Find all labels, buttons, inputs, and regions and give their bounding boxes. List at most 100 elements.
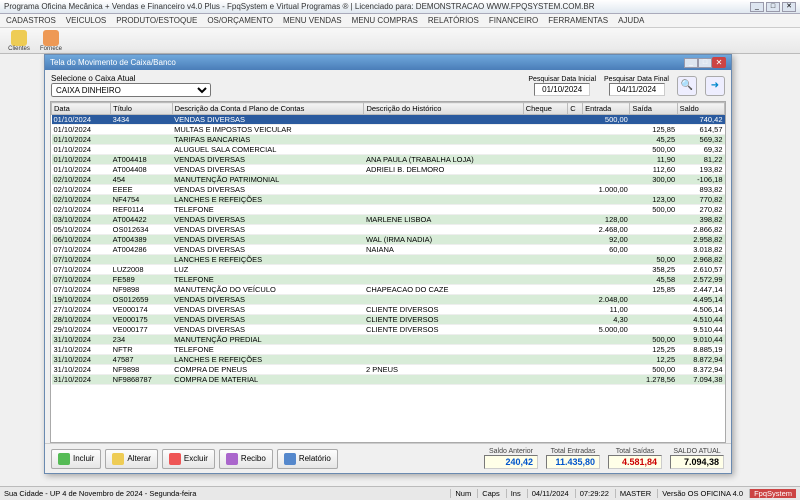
table-row[interactable]: 02/10/2024NF4754LANCHES E REFEIÇÕES123,0… xyxy=(52,195,725,205)
table-row[interactable]: 28/10/2024VE000175VENDAS DIVERSASCLIENTE… xyxy=(52,315,725,325)
total-entradas-value: 11.435,80 xyxy=(546,455,600,469)
workspace: Tela do Movimento de Caixa/Banco _ □ ✕ S… xyxy=(0,54,800,486)
table-row[interactable]: 31/10/2024234MANUTENÇÃO PREDIAL500,009.0… xyxy=(52,335,725,345)
plus-icon xyxy=(58,453,70,465)
table-row[interactable]: 06/10/2024AT004389VENDAS DIVERSASWAL (IR… xyxy=(52,235,725,245)
menu-ajuda[interactable]: AJUDA xyxy=(618,16,644,25)
status-city: Sua Cidade - UP 4 de Novembro de 2024 - … xyxy=(4,489,196,498)
movimento-grid[interactable]: DataTítuloDescrição da Conta d Plano de … xyxy=(50,101,726,443)
main-menubar: CADASTROS VEICULOS PRODUTO/ESTOQUE OS/OR… xyxy=(0,14,800,28)
filter-row: Selecione o Caixa Atual CAIXA DINHEIRO P… xyxy=(45,70,731,101)
menu-vendas[interactable]: MENU VENDAS xyxy=(283,16,342,25)
saldo-atual-label: SALDO ATUAL xyxy=(673,448,720,455)
table-row[interactable]: 07/10/2024FE589TELEFONE45,582.572,99 xyxy=(52,275,725,285)
dialog-minimize[interactable]: _ xyxy=(684,58,698,68)
date-initial-input[interactable] xyxy=(534,83,590,96)
status-caps: Caps xyxy=(477,489,500,498)
table-row[interactable]: 07/10/2024LANCHES E REFEIÇÕES50,002.968,… xyxy=(52,255,725,265)
table-row[interactable]: 02/10/2024454MANUTENÇÃO PATRIMONIAL300,0… xyxy=(52,175,725,185)
status-time: 07:29:22 xyxy=(575,489,609,498)
saldo-anterior-value: 240,42 xyxy=(484,455,538,469)
grid-header[interactable]: Descrição do Histórico xyxy=(364,103,523,115)
dialog-maximize[interactable]: □ xyxy=(698,58,712,68)
tool-fornece[interactable]: Fornece xyxy=(36,30,66,52)
dialog-title: Tela do Movimento de Caixa/Banco xyxy=(50,58,684,67)
date-final-label: Pesquisar Data Final xyxy=(604,76,669,83)
report-icon xyxy=(284,453,296,465)
saldo-atual-value: 7.094,38 xyxy=(670,455,724,469)
dialog-close-button[interactable]: ✕ xyxy=(712,57,726,68)
table-row[interactable]: 01/10/2024TARIFAS BANCARIAS45,25569,32 xyxy=(52,135,725,145)
refresh-button[interactable]: ➜ xyxy=(705,76,725,96)
table-row[interactable]: 01/10/20243434VENDAS DIVERSAS500,00740,4… xyxy=(52,115,725,125)
table-row[interactable]: 19/10/2024OS012659VENDAS DIVERSAS2.048,0… xyxy=(52,295,725,305)
menu-veiculos[interactable]: VEICULOS xyxy=(66,16,106,25)
table-row[interactable]: 02/10/2024REF0114TELEFONE500,00270,82 xyxy=(52,205,725,215)
minimize-button[interactable]: _ xyxy=(750,2,764,12)
date-final-group: Pesquisar Data Final xyxy=(604,76,669,96)
dialog-titlebar: Tela do Movimento de Caixa/Banco _ □ ✕ xyxy=(45,55,731,70)
table-row[interactable]: 31/10/2024NF9868787COMPRA DE MATERIAL1.2… xyxy=(52,375,725,385)
grid-header[interactable]: Saída xyxy=(630,103,677,115)
dialog-footer: Incluir Alterar Excluir Recibo Relatório… xyxy=(45,443,731,473)
table-row[interactable]: 01/10/2024AT004408VENDAS DIVERSASADRIELI… xyxy=(52,165,725,175)
table-row[interactable]: 05/10/2024OS012634VENDAS DIVERSAS2.468,0… xyxy=(52,225,725,235)
recibo-button[interactable]: Recibo xyxy=(219,449,273,469)
grid-header[interactable]: Data xyxy=(52,103,111,115)
status-ins: Ins xyxy=(506,489,521,498)
grid-header[interactable]: C xyxy=(568,103,583,115)
table-row[interactable]: 07/10/2024LUZ2008LUZ358,252.610,57 xyxy=(52,265,725,275)
caixa-select[interactable]: CAIXA DINHEIRO xyxy=(51,83,211,97)
total-saidas-value: 4.581,84 xyxy=(608,455,662,469)
table-row[interactable]: 02/10/2024EEEEVENDAS DIVERSAS1.000,00893… xyxy=(52,185,725,195)
table-row[interactable]: 27/10/2024VE000174VENDAS DIVERSASCLIENTE… xyxy=(52,305,725,315)
incluir-button[interactable]: Incluir xyxy=(51,449,101,469)
grid-header[interactable]: Entrada xyxy=(583,103,630,115)
search-icon: 🔍 xyxy=(681,80,693,91)
supplier-icon xyxy=(43,30,59,46)
menu-compras[interactable]: MENU COMPRAS xyxy=(352,16,418,25)
saldo-anterior-label: Saldo Anterior xyxy=(489,448,533,455)
maximize-button[interactable]: □ xyxy=(766,2,780,12)
status-num: Num xyxy=(450,489,471,498)
excluir-button[interactable]: Excluir xyxy=(162,449,215,469)
menu-relatorios[interactable]: RELATÓRIOS xyxy=(428,16,479,25)
alterar-button[interactable]: Alterar xyxy=(105,449,158,469)
menu-os-orcamento[interactable]: OS/ORÇAMENTO xyxy=(207,16,273,25)
grid-header[interactable]: Saldo xyxy=(677,103,724,115)
receipt-icon xyxy=(226,453,238,465)
search-button[interactable]: 🔍 xyxy=(677,76,697,96)
menu-financeiro[interactable]: FINANCEIRO xyxy=(489,16,538,25)
table-row[interactable]: 31/10/2024NFTRTELEFONE125,258.885,19 xyxy=(52,345,725,355)
caixa-dialog: Tela do Movimento de Caixa/Banco _ □ ✕ S… xyxy=(44,54,732,474)
tool-clientes[interactable]: Clientes xyxy=(4,30,34,52)
app-title: Programa Oficina Mecânica + Vendas e Fin… xyxy=(4,2,750,11)
table-row[interactable]: 29/10/2024VE000177VENDAS DIVERSASCLIENTE… xyxy=(52,325,725,335)
status-brand: FpqSystem xyxy=(749,489,796,498)
date-final-input[interactable] xyxy=(609,83,665,96)
table-row[interactable]: 31/10/2024NF9898COMPRA DE PNEUS2 PNEUS50… xyxy=(52,365,725,375)
relatorio-button[interactable]: Relatório xyxy=(277,449,338,469)
table-row[interactable]: 31/10/202447587LANCHES E REFEIÇÕES12,258… xyxy=(52,355,725,365)
main-toolbar: Clientes Fornece xyxy=(0,28,800,54)
window-controls: _ □ ✕ xyxy=(750,2,796,12)
grid-header[interactable]: Descrição da Conta d Plano de Contas xyxy=(172,103,364,115)
menu-ferramentas[interactable]: FERRAMENTAS xyxy=(548,16,608,25)
close-button[interactable]: ✕ xyxy=(782,2,796,12)
totals-panel: Saldo Anterior240,42 Total Entradas11.43… xyxy=(483,448,725,469)
menu-cadastros[interactable]: CADASTROS xyxy=(6,16,56,25)
pencil-icon xyxy=(112,453,124,465)
table-row[interactable]: 01/10/2024AT004418VENDAS DIVERSASANA PAU… xyxy=(52,155,725,165)
menu-produto-estoque[interactable]: PRODUTO/ESTOQUE xyxy=(116,16,197,25)
table-row[interactable]: 07/10/2024AT004286VENDAS DIVERSASNAIANA6… xyxy=(52,245,725,255)
table-row[interactable]: 01/10/2024ALUGUEL SALA COMERCIAL500,0069… xyxy=(52,145,725,155)
table-row[interactable]: 07/10/2024NF9898MANUTENÇÃO DO VEÍCULOCHA… xyxy=(52,285,725,295)
status-version: Versão OS OFICINA 4.0 xyxy=(657,489,743,498)
table-row[interactable]: 01/10/2024MULTAS E IMPOSTOS VEICULAR125,… xyxy=(52,125,725,135)
arrow-right-icon: ➜ xyxy=(711,80,719,91)
table-row[interactable]: 03/10/2024AT004422VENDAS DIVERSASMARLENE… xyxy=(52,215,725,225)
grid-header[interactable]: Título xyxy=(111,103,173,115)
delete-icon xyxy=(169,453,181,465)
date-initial-group: Pesquisar Data Inicial xyxy=(528,76,596,96)
grid-header[interactable]: Cheque xyxy=(523,103,568,115)
